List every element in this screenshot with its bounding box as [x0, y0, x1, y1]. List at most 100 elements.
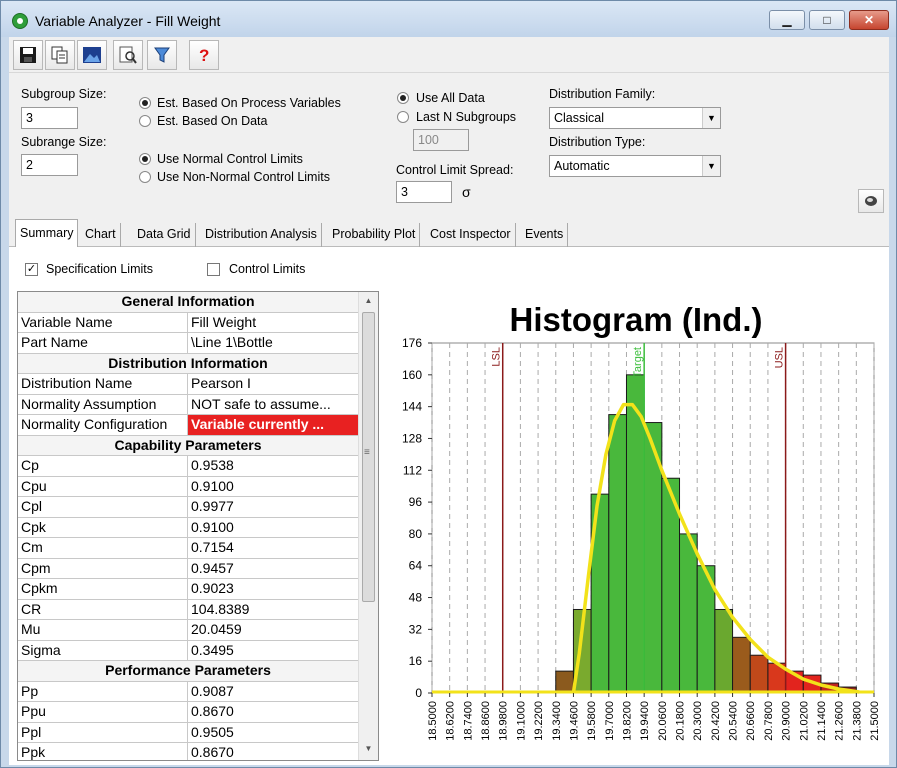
image-icon	[83, 47, 101, 63]
svg-text:?: ?	[199, 46, 209, 64]
minimize-button[interactable]: ▁	[769, 10, 805, 30]
grid-row-key: Cp	[18, 456, 188, 476]
tab-summary[interactable]: Summary	[15, 219, 79, 247]
type-select[interactable]: Automatic ▼	[549, 155, 721, 177]
help-button[interactable]: ?	[189, 40, 219, 70]
grid-row-value: 0.9023	[191, 580, 234, 596]
grid-row-key: Cpu	[18, 476, 188, 497]
app-icon	[12, 13, 28, 29]
grid-row[interactable]: Pp 0.9087	[18, 681, 358, 702]
histogram-chart: Histogram (Ind.) 0 16 32 48 64 80 96 112 128 144 16…	[384, 291, 884, 763]
x-tick-label: 19.8200	[621, 701, 633, 741]
pin-button[interactable]	[858, 189, 884, 213]
maximize-button[interactable]: □	[809, 10, 845, 30]
grid-row[interactable]: Ppu 0.8670	[18, 702, 358, 723]
close-button[interactable]: ✕	[849, 10, 889, 30]
grid-section-title: Distribution Information	[108, 354, 268, 371]
grid-row[interactable]: Cpl 0.9977	[18, 497, 358, 518]
grid-row-value: 0.3495	[191, 641, 234, 658]
type-label: Distribution Type:	[549, 135, 646, 149]
spread-label: Control Limit Spread:	[396, 163, 514, 177]
grid-row-key: Ppk	[18, 743, 188, 760]
grid-row[interactable]: Ppl 0.9505	[18, 722, 358, 743]
grid-row-key: Cpl	[18, 497, 188, 517]
est-data-label: Est. Based On Data	[157, 114, 268, 128]
subrange-input[interactable]: 2	[21, 154, 78, 176]
grid-row-value: 0.9538	[191, 457, 234, 473]
tab-data-grid[interactable]: Data Grid	[133, 223, 196, 247]
grid-row[interactable]: Ppk 0.8670	[18, 743, 358, 760]
grid-row[interactable]: Cm 0.7154	[18, 538, 358, 559]
family-label: Distribution Family:	[549, 87, 656, 101]
subgroup-input[interactable]: 3	[21, 107, 78, 129]
grid-row-key: Variable Name	[18, 312, 188, 333]
y-tick-label: 32	[409, 622, 423, 636]
tab-cost-inspector[interactable]: Cost Inspector	[426, 223, 516, 247]
spec-limits-checkbox[interactable]: ✓	[25, 263, 38, 276]
est-process-radio[interactable]	[139, 97, 151, 109]
y-tick-label: 176	[402, 336, 422, 350]
normal-limits-radio[interactable]	[139, 153, 151, 165]
use-all-radio[interactable]	[397, 92, 409, 104]
scroll-grip-icon: ≡	[364, 447, 370, 458]
image-button[interactable]	[77, 40, 107, 70]
grid-row-key: Cpm	[18, 558, 188, 579]
grid-row-value: 0.9100	[191, 477, 234, 494]
grid-row[interactable]: Cpk 0.9100	[18, 517, 358, 538]
x-tick-label: 20.7800	[763, 701, 775, 741]
grid-row[interactable]: Normality Configuration Variable currentl…	[18, 415, 358, 436]
normal-limits-label: Use Normal Control Limits	[157, 152, 303, 166]
histogram-bar	[625, 374, 645, 694]
tab-events[interactable]: Events	[521, 223, 569, 247]
last-n-radio[interactable]	[397, 111, 409, 123]
scroll-up-button[interactable]: ▲	[359, 292, 378, 310]
grid-row-key: Cm	[18, 538, 188, 558]
x-tick-label: 20.9000	[781, 701, 793, 741]
type-value: Automatic	[554, 159, 610, 173]
grid-row[interactable]: Part Name \Line 1\Bottle	[18, 333, 358, 354]
use-all-label: Use All Data	[416, 91, 485, 105]
grid-row[interactable]: Cpu 0.9100	[18, 476, 358, 497]
control-limits-checkbox[interactable]	[207, 263, 220, 276]
est-data-radio[interactable]	[139, 115, 151, 127]
tab-distribution-analysis[interactable]: Distribution Analysis	[201, 223, 322, 247]
last-n-input[interactable]: 100	[413, 129, 469, 151]
histogram-bar	[749, 654, 769, 694]
grid-row[interactable]: CR 104.8389	[18, 599, 358, 620]
family-select[interactable]: Classical ▼	[549, 107, 721, 129]
grid-row[interactable]: Sigma 0.3495	[18, 640, 358, 661]
filter-button[interactable]	[147, 40, 177, 70]
copy-button[interactable]	[45, 40, 75, 70]
grid-row-key: Mu	[18, 620, 188, 640]
x-tick-label: 19.7000	[604, 701, 616, 741]
tab-probability-plot[interactable]: Probability Plot	[328, 223, 421, 247]
grid-row-value: Pearson I	[191, 375, 251, 391]
grid-row[interactable]: Mu 20.0459	[18, 620, 358, 641]
grid-section-title: General Information	[121, 293, 255, 309]
summary-grid[interactable]: General Information Variable Name Fill Wei…	[17, 291, 379, 761]
grid-row[interactable]: Distribution Name Pearson I	[18, 374, 358, 395]
grid-row[interactable]: Cp 0.9538	[18, 456, 358, 477]
histogram-bar	[714, 608, 734, 694]
spec-line-label: Target	[632, 347, 644, 378]
subgroup-label: Subgroup Size:	[21, 87, 107, 101]
grid-row-key: Part Name	[18, 333, 188, 353]
grid-row[interactable]: Cpkm 0.9023	[18, 579, 358, 600]
tab-chart[interactable]: Chart	[81, 223, 121, 247]
save-button[interactable]	[13, 40, 43, 70]
grid-section-header: Distribution Information	[18, 353, 358, 374]
grid-scrollbar[interactable]: ▲ ≡ ▼	[358, 292, 378, 760]
grid-section-title: Performance Parameters	[105, 662, 271, 678]
preview-button[interactable]	[113, 40, 143, 70]
spread-input[interactable]: 3	[396, 181, 452, 203]
x-tick-label: 20.0600	[657, 701, 669, 741]
title-bar[interactable]: Variable Analyzer - Fill Weight ▁ □ ✕	[1, 1, 896, 37]
copy-icon	[51, 46, 68, 64]
grid-row[interactable]: Variable Name Fill Weight	[18, 312, 358, 333]
scroll-down-button[interactable]: ▼	[359, 740, 378, 758]
grid-row[interactable]: Cpm 0.9457	[18, 558, 358, 579]
grid-row[interactable]: Normality Assumption NOT safe to assume..…	[18, 394, 358, 415]
grid-section-title: Capability Parameters	[114, 436, 262, 453]
nonnormal-limits-radio[interactable]	[139, 171, 151, 183]
help-icon: ?	[199, 46, 209, 64]
